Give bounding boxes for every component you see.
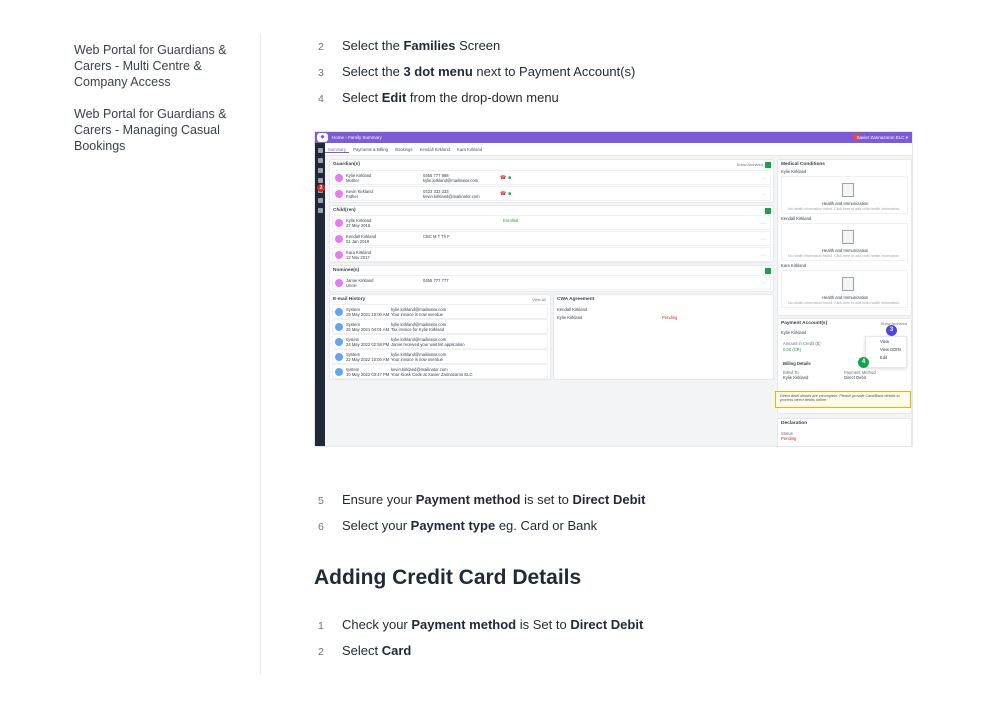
more-icon: … [761, 191, 766, 197]
add-child-button[interactable] [765, 208, 771, 214]
step-text: Select the Families Screen [342, 38, 501, 53]
health-box[interactable]: Health and Immunization No health informa… [781, 223, 908, 261]
health-box[interactable]: Health and Immunization No health informa… [781, 270, 908, 308]
email-history-title: E-mail History [333, 297, 366, 302]
sidebar-link-multi-centre[interactable]: Web Portal for Guardians & Carers - Mult… [74, 42, 244, 90]
add-guardian-button[interactable] [765, 162, 771, 168]
steps-list-top: 2 Select the Families Screen 3 Select the … [318, 38, 635, 116]
menu-item-view[interactable]: View [866, 337, 906, 345]
user-menu[interactable]: Xavier Zannazaron ELC ▾ [856, 135, 908, 141]
email-row[interactable]: system 10 May 2022 03:47 PM kevin.kirkland… [332, 364, 548, 379]
car-icon: ■ [508, 191, 512, 197]
more-icon: … [761, 175, 766, 181]
step-number: 3 [318, 67, 324, 79]
step-item: 6 Select your Payment type eg. Card or Ba… [318, 518, 598, 533]
guardians-panel: Guardian(s) Show Archived Kylie Kirkland… [329, 159, 774, 203]
email-row[interactable]: system 24 May 2022 02:58 PM kylie.kirkland… [332, 334, 548, 349]
sidebar-link-casual-bookings[interactable]: Web Portal for Guardians & Carers - Mana… [74, 106, 244, 154]
step-number: 2 [318, 41, 324, 53]
tab-kara[interactable]: Kara Kirkland [454, 143, 485, 152]
email-history-panel: E-mail History View All System 29 May 202… [329, 294, 551, 380]
nominees-panel: Nominee(s) Jamie Kirkland Uncle 0455 777 7… [329, 265, 774, 292]
callout-badge-2: 2 [317, 184, 325, 192]
children-panel: Child(ren) Kylie Kirkland 27 May 2015 Enro… [329, 205, 774, 263]
dashboard-icon [317, 168, 323, 173]
steps-list-bottom: 1 Check your Payment method is Set to Dir… [318, 617, 643, 669]
step-item: 5 Ensure your Payment method is set to Di… [318, 492, 646, 507]
child-row[interactable]: Kylie Kirkland 27 May 2015 Enrolled… [332, 215, 771, 230]
section-heading: Adding Credit Card Details [314, 566, 582, 589]
guardians-title: Guardian(s) [333, 162, 360, 167]
add-nominee-button[interactable] [765, 268, 771, 274]
avatar [335, 190, 343, 198]
breadcrumb[interactable]: Home › Family Summary [332, 135, 382, 140]
guardian-row[interactable]: Kylie Kirkland Mother 0455 777 888 kylie.k… [332, 170, 771, 185]
step-item: 3 Select the 3 dot menu next to Payment A… [318, 64, 635, 90]
menu-item-edit[interactable]: Edit [866, 353, 906, 361]
guardian-row[interactable]: Kevin Kirkland Father 0433 333 333 kevin.k… [332, 186, 771, 201]
email-row[interactable]: System 29 May 2021 10:00 AM kylie.kirkland… [332, 304, 548, 319]
phone-icon: ☎ [500, 191, 507, 197]
phone-icon: ☎ [500, 175, 507, 181]
step-item: 1 Check your Payment method is Set to Dir… [318, 617, 644, 632]
cwa-panel: CWA Agreement Kendall Kirkland Kylie Kir… [553, 294, 774, 380]
child-row[interactable]: Kendall Kirkland 01 Jan 2019 CBC M T Th F… [332, 231, 771, 246]
children-title: Child(ren) [333, 208, 356, 213]
payment-credit: 0.00 (CR) [783, 347, 802, 352]
home-icon [317, 158, 323, 163]
health-icon [842, 277, 854, 291]
car-icon: ■ [508, 175, 512, 181]
health-box[interactable]: Health and Immunization No health informa… [781, 176, 908, 214]
medical-title: Medical Conditions [781, 162, 825, 167]
email-row[interactable]: System 22 May 2022 10:00 AM kylie.kirkland… [332, 349, 548, 364]
nominees-title: Nominee(s) [333, 268, 360, 273]
column-divider [260, 34, 261, 674]
health-icon [842, 183, 854, 197]
step-item: 2 Select Card [318, 643, 412, 658]
tab-bookings[interactable]: Bookings [392, 143, 415, 152]
cwa-name: Kendall Kirkland [557, 307, 588, 312]
show-archived-toggle[interactable]: Show Archived [737, 162, 763, 167]
app-screenshot: ◆ Home › Family Summary Xavier Zannazaro… [314, 131, 913, 447]
step-text: Select the 3 dot menu next to Payment Ac… [342, 64, 636, 79]
callout-badge-3: 3 [886, 325, 897, 336]
nominee-row[interactable]: Jamie Kirkland Uncle 0455 777 777… [332, 275, 771, 290]
callout-badge-4: 4 [858, 357, 869, 368]
payment-dropdown-menu: View View DDRs Edit [865, 336, 907, 368]
app-logo-icon: ◆ [317, 133, 328, 142]
view-all-link[interactable]: View All [532, 297, 546, 302]
step-text: Select Edit from the drop-down menu [342, 90, 559, 105]
child-row[interactable]: Kara Kirkland 12 Nov 2017… [332, 247, 771, 262]
cwa-status: Pending [662, 315, 678, 320]
medical-panel: Medical Conditions Kylie Kirkland Health… [777, 159, 912, 316]
menu-icon [317, 148, 323, 153]
step-number: 4 [318, 93, 324, 105]
app-tabs: Summary Payments & Billing Bookings Kend… [325, 143, 912, 156]
declaration-title: Declaration [781, 421, 808, 426]
sidebar-nav: Web Portal for Guardians & Carers - Mult… [74, 42, 244, 170]
families-icon [317, 178, 323, 183]
calendar-icon [317, 198, 323, 203]
tab-kendall[interactable]: Kendall Kirkland [417, 143, 453, 152]
app-topbar: ◆ Home › Family Summary Xavier Zannazaro… [315, 132, 912, 143]
payment-name: Kylie Kirkland [781, 330, 807, 335]
email-row[interactable]: System 25 May 2021 04:01 AM kylie.kirkland… [332, 319, 548, 334]
steps-list-mid: 5 Ensure your Payment method is set to Di… [318, 492, 645, 544]
menu-item-view-ddrs[interactable]: View DDRs [866, 345, 906, 353]
cwa-carer: Kylie Kirkland [557, 315, 583, 320]
chart-icon [317, 208, 323, 213]
cwa-title: CWA Agreement [557, 297, 595, 302]
tab-summary[interactable]: Summary [325, 143, 349, 153]
declaration-panel: Declaration Status Pending [777, 418, 912, 446]
step-item: 2 Select the Families Screen [318, 38, 635, 64]
step-item: 4 Select Edit from the drop-down menu [318, 90, 635, 116]
health-icon [842, 230, 854, 244]
direct-debit-warning: Direct debit details are incomplete. Ple… [775, 391, 911, 408]
tab-payments[interactable]: Payments & Billing [350, 143, 391, 152]
avatar [335, 174, 343, 182]
